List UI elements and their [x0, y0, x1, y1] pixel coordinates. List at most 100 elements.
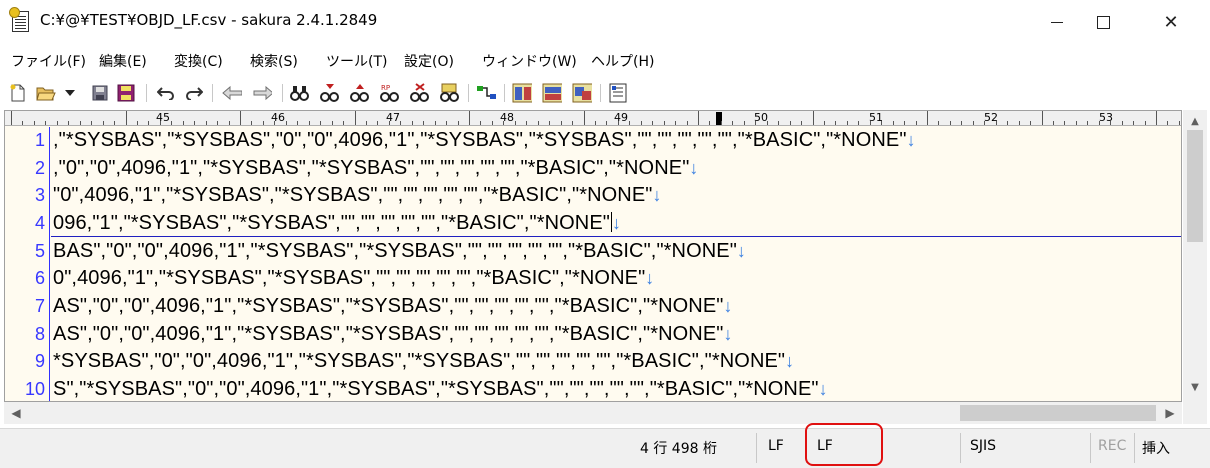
scroll-down-arrow-icon[interactable]: ▼: [1183, 378, 1207, 396]
ruler-tick: [434, 121, 436, 125]
scroll-left-arrow-icon[interactable]: ◀: [6, 402, 26, 424]
ruler-tick: [1018, 121, 1020, 125]
line-text: "0",4096,"1","*SYSBAS","*SYSBAS","","","…: [53, 184, 653, 206]
ruler-tick: [491, 121, 493, 125]
eol-mark: ↓: [645, 268, 655, 288]
line-number: 3: [34, 185, 45, 205]
scroll-right-arrow-icon[interactable]: ▶: [1160, 402, 1180, 424]
settings-common-icon[interactable]: [608, 83, 628, 103]
ruler-tick: [125, 111, 127, 125]
line-number-gutter: 1 2 3 4 5 6 7 8 9 10: [5, 127, 50, 401]
text-line[interactable]: "0",4096,"1","*SYSBAS","*SYSBAS","","","…: [53, 184, 662, 207]
ruler-tick: [549, 121, 551, 125]
ruler-tick: [274, 121, 276, 125]
menu-window[interactable]: ウィンドウ(W): [482, 51, 577, 71]
text-line[interactable]: AS","0","0",4096,"1","*SYSBAS","*SYSBAS"…: [53, 295, 733, 318]
toolbar-separator: [146, 84, 147, 102]
ruler-tick: [1007, 121, 1009, 125]
text-line[interactable]: AS","0","0",4096,"1","*SYSBAS","*SYSBAS"…: [53, 323, 733, 346]
ruler-tick: [228, 121, 230, 125]
ruler-tick: [22, 121, 24, 125]
eol-code[interactable]: LF: [768, 438, 784, 454]
text-line-current[interactable]: 096,"1","*SYSBAS","*SYSBAS","","","","",…: [53, 212, 621, 235]
move-forward-icon[interactable]: [252, 83, 272, 103]
replace-icon[interactable]: RP: [380, 83, 400, 103]
ruler-tick: [503, 121, 505, 125]
ruler-tick: [675, 121, 677, 125]
rec-indicator[interactable]: REC: [1098, 438, 1126, 454]
menu-search[interactable]: 検索(S): [250, 51, 298, 71]
text-line[interactable]: ,"0","0",4096,"1","*SYSBAS","*SYSBAS",""…: [53, 157, 699, 180]
scroll-up-arrow-icon[interactable]: ▲: [1183, 112, 1207, 130]
ruler-tick: [331, 121, 333, 125]
open-folder-icon[interactable]: [36, 83, 56, 103]
close-button[interactable]: ✕: [1148, 0, 1194, 44]
find-up-icon[interactable]: [350, 83, 370, 103]
ruler-tick: [869, 121, 871, 125]
open-dropdown-icon[interactable]: [64, 83, 76, 103]
menu-tools[interactable]: ツール(T): [326, 51, 387, 71]
eol-mark: ↓: [723, 324, 733, 344]
eol-mark: ↓: [611, 213, 622, 233]
move-back-icon[interactable]: [222, 83, 242, 103]
save-icon[interactable]: [90, 83, 110, 103]
status-separator: [1134, 433, 1135, 463]
clear-search-mark-icon[interactable]: [410, 83, 430, 103]
text-line[interactable]: BAS","0","0",4096,"1","*SYSBAS","*SYSBAS…: [53, 240, 746, 263]
horizontal-scrollbar[interactable]: ◀ ▶: [4, 402, 1182, 424]
grep-icon[interactable]: [440, 83, 460, 103]
menu-file[interactable]: ファイル(F): [11, 51, 86, 71]
line-text: AS","0","0",4096,"1","*SYSBAS","*SYSBAS"…: [53, 323, 724, 345]
maximize-button[interactable]: [1080, 0, 1126, 44]
text-line[interactable]: ,"*SYSBAS","*SYSBAS","0","0",4096,"1","*…: [53, 129, 916, 152]
tile-horizontal-icon[interactable]: [542, 83, 562, 103]
tile-vertical-icon[interactable]: [512, 83, 532, 103]
line-number: 9: [34, 351, 45, 371]
ruler-label: 48: [500, 111, 514, 124]
text-line[interactable]: *SYSBAS","0","0",4096,"1","*SYSBAS","*SY…: [53, 350, 794, 373]
find-icon[interactable]: [290, 83, 310, 103]
minimize-button[interactable]: [1034, 0, 1080, 44]
text-editor[interactable]: 45 46 47 48 49 50 51 52 53 1 2 3 4 5 6 7…: [4, 110, 1182, 402]
save-all-icon[interactable]: [116, 83, 136, 103]
find-down-icon[interactable]: [320, 83, 340, 103]
window-title: C:¥@¥TEST¥OBJD_LF.csv - sakura 2.4.1.284…: [40, 11, 378, 29]
ruler-tick: [446, 121, 448, 125]
ruler-tick: [343, 121, 345, 125]
new-file-icon[interactable]: [8, 83, 28, 103]
toolbar-separator: [600, 84, 601, 102]
ruler-tick: [377, 121, 379, 125]
menu-convert[interactable]: 変換(C): [174, 51, 223, 71]
encoding[interactable]: SJIS: [970, 438, 996, 454]
horizontal-scroll-thumb[interactable]: [960, 405, 1156, 421]
insert-mode[interactable]: 挿入: [1142, 438, 1170, 458]
ruler-tick: [743, 121, 745, 125]
menu-settings[interactable]: 設定(O): [404, 51, 454, 71]
line-number: 1: [34, 130, 45, 150]
menu-help[interactable]: ヘルプ(H): [591, 51, 654, 71]
eol-mark: ↓: [652, 185, 662, 205]
ruler-tick: [778, 121, 780, 125]
line-text: AS","0","0",4096,"1","*SYSBAS","*SYSBAS"…: [53, 295, 724, 317]
redo-icon[interactable]: [184, 83, 204, 103]
ruler-tick: [79, 121, 81, 125]
eol-mark: ↓: [736, 241, 747, 261]
cascade-icon[interactable]: [572, 83, 592, 103]
ruler-tick: [1121, 121, 1123, 125]
ruler-label: 45: [156, 111, 170, 124]
text-line[interactable]: 0",4096,"1","*SYSBAS","*SYSBAS","","",""…: [53, 267, 654, 290]
sakura-app-icon[interactable]: [9, 7, 29, 32]
text-line[interactable]: S","*SYSBAS","0","0",4096,"1","*SYSBAS",…: [53, 378, 828, 401]
ruler-tick: [33, 121, 35, 125]
ruler-tick: [766, 121, 768, 125]
vertical-scroll-thumb[interactable]: [1187, 130, 1203, 242]
menu-edit[interactable]: 編集(E): [99, 51, 147, 71]
vertical-scrollbar[interactable]: ▲ ▼: [1183, 110, 1207, 402]
undo-icon[interactable]: [156, 83, 176, 103]
ruler-tick: [938, 121, 940, 125]
outline-icon[interactable]: [476, 83, 496, 103]
ruler-tick: [892, 121, 894, 125]
ruler-tick: [240, 111, 241, 125]
ruler-tick: [720, 121, 722, 125]
line-number: 4: [34, 213, 45, 233]
